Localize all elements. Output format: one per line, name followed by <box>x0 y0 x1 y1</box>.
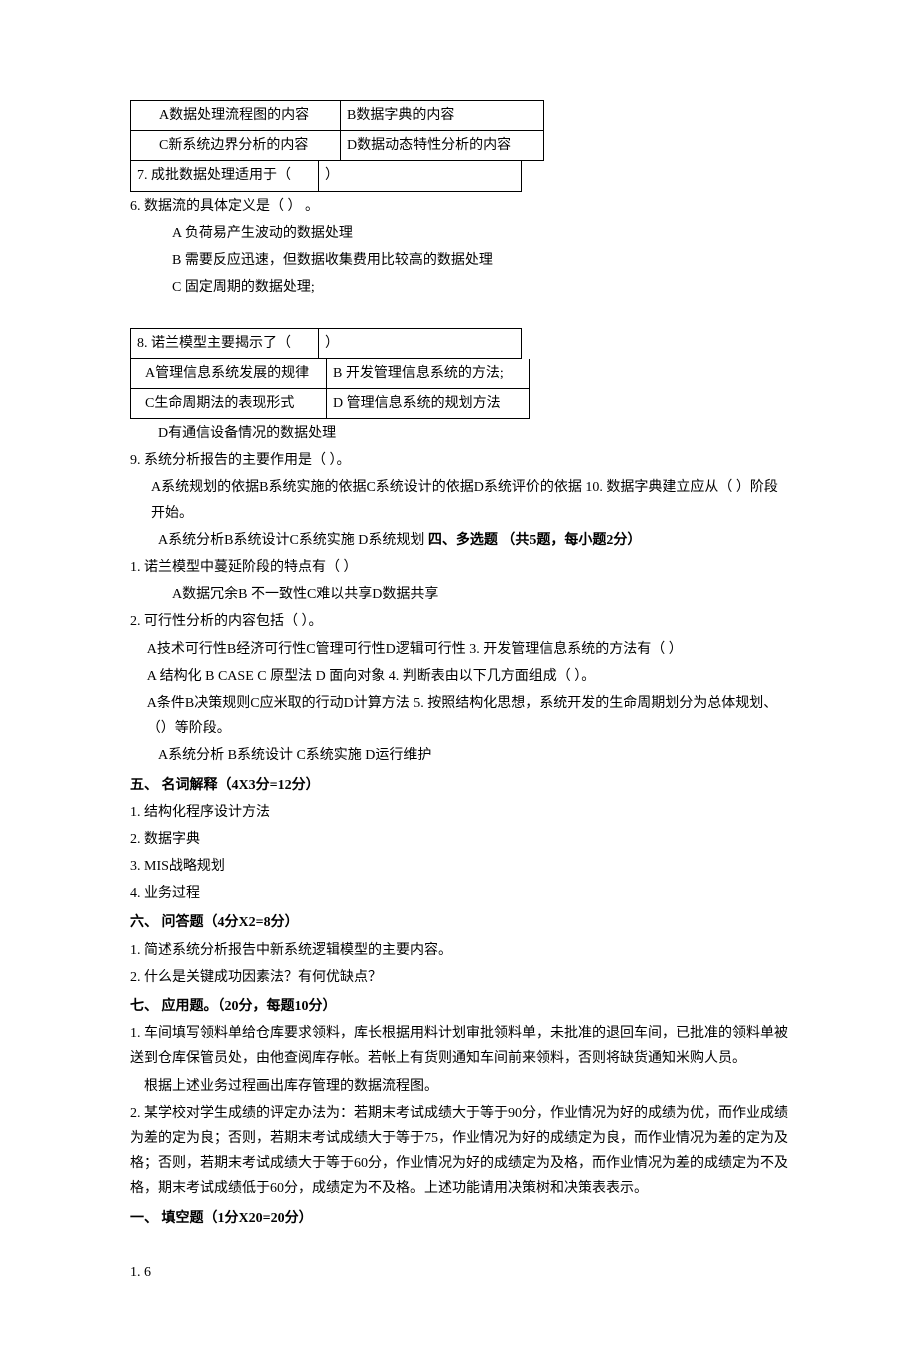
q6-opt-a: A 负荷易产生波动的数据处理 <box>130 221 790 246</box>
question-8: 8. 诺兰模型主要揭示了（ <box>130 328 318 359</box>
app-q1-l1: 1. 车间填写领料单给仓库要求领料，库长根据用料计划审批领料单，未批准的退回车间… <box>130 1021 790 1071</box>
app-q2: 2. 某学校对学生成绩的评定办法为：若期末考试成绩大于等于90分，作业情况为好的… <box>130 1101 790 1202</box>
term-3: 3. MIS战略规划 <box>130 854 790 879</box>
mc-q2: 2. 可行性分析的内容包括（ ）。 <box>130 609 790 634</box>
mc-q1: 1. 诺兰模型中蔓延阶段的特点有（ ） <box>130 555 790 580</box>
q6-opt-c: C 固定周期的数据处理; <box>130 275 790 300</box>
question-6: 6. 数据流的具体定义是（ ） 。 <box>130 194 790 219</box>
question-7-close: ） <box>318 161 522 191</box>
qa-2: 2. 什么是关键成功因素法？有何优缺点？ <box>130 965 790 990</box>
mc-q2-q3-line: A技术可行性B经济可行性C管理可行性D逻辑可行性 3. 开发管理信息系统的方法有… <box>130 637 790 662</box>
opt-a: A数据处理流程图的内容 <box>130 100 340 131</box>
q8-opt-a: A管理信息系统发展的规律 <box>130 359 326 389</box>
q8-opt-c: C生命周期法的表现形式 <box>130 389 326 419</box>
q10-options: A系统分析B系统设计C系统实施 D系统规划 <box>158 533 424 548</box>
q8-opt-b: B 开发管理信息系统的方法; <box>326 359 530 389</box>
answer-1: 1. 6 <box>130 1260 790 1285</box>
section-5-head: 五、 名词解释（4X3分=12分） <box>130 773 790 798</box>
section-4-head: 四、多选题 （共5题，每小题2分） <box>428 533 642 548</box>
q6-opt-b: B 需要反应迅速，但数据收集费用比较高的数据处理 <box>130 248 790 273</box>
section-7-head: 七、 应用题。（20分，每题10分） <box>130 994 790 1019</box>
question-9: 9. 系统分析报告的主要作用是（ ）。 <box>130 448 790 473</box>
question-7: 7. 成批数据处理适用于（ <box>130 161 318 191</box>
mc-q4-q5-line: A条件B决策规则C应米取的行动D计算方法 5. 按照结构化思想，系统开发的生命周… <box>130 691 790 741</box>
mc-q1-opts: A数据冗余B 不一致性C难以共享D数据共享 <box>130 582 790 607</box>
opt-d-extra: D有通信设备情况的数据处理 <box>130 421 790 446</box>
mc-q5-opts: A系统分析 B系统设计 C系统实施 D运行维护 <box>130 743 790 768</box>
opt-b: B数据字典的内容 <box>340 100 544 131</box>
question-8-close: ） <box>318 328 522 359</box>
term-4: 4. 业务过程 <box>130 881 790 906</box>
q10-opts-sec4: A系统分析B系统设计C系统实施 D系统规划 四、多选题 （共5题，每小题2分） <box>130 528 790 553</box>
section-6-head: 六、 问答题（4分X2=8分） <box>130 910 790 935</box>
table-question-8: 8. 诺兰模型主要揭示了（ ） A管理信息系统发展的规律 B 开发管理信息系统的… <box>130 328 790 420</box>
app-q1-l2: 根据上述业务过程画出库存管理的数据流程图。 <box>130 1074 790 1099</box>
term-1: 1. 结构化程序设计方法 <box>130 800 790 825</box>
q9-q10-line: A系统规划的依据B系统实施的依据C系统设计的依据D系统评价的依据 10. 数据字… <box>130 475 790 525</box>
opt-c: C新系统边界分析的内容 <box>130 131 340 161</box>
q8-opt-d: D 管理信息系统的规划方法 <box>326 389 530 419</box>
term-2: 2. 数据字典 <box>130 827 790 852</box>
mc-q3-q4-line: A 结构化 B CASE C 原型法 D 面向对象 4. 判断表由以下几方面组成… <box>130 664 790 689</box>
qa-1: 1. 简述系统分析报告中新系统逻辑模型的主要内容。 <box>130 938 790 963</box>
opt-d: D数据动态特性分析的内容 <box>340 131 544 161</box>
answer-section-head: 一、 填空题（1分X20=20分） <box>130 1206 790 1231</box>
table-options-1: A数据处理流程图的内容 B数据字典的内容 C新系统边界分析的内容 D数据动态特性… <box>130 100 790 192</box>
